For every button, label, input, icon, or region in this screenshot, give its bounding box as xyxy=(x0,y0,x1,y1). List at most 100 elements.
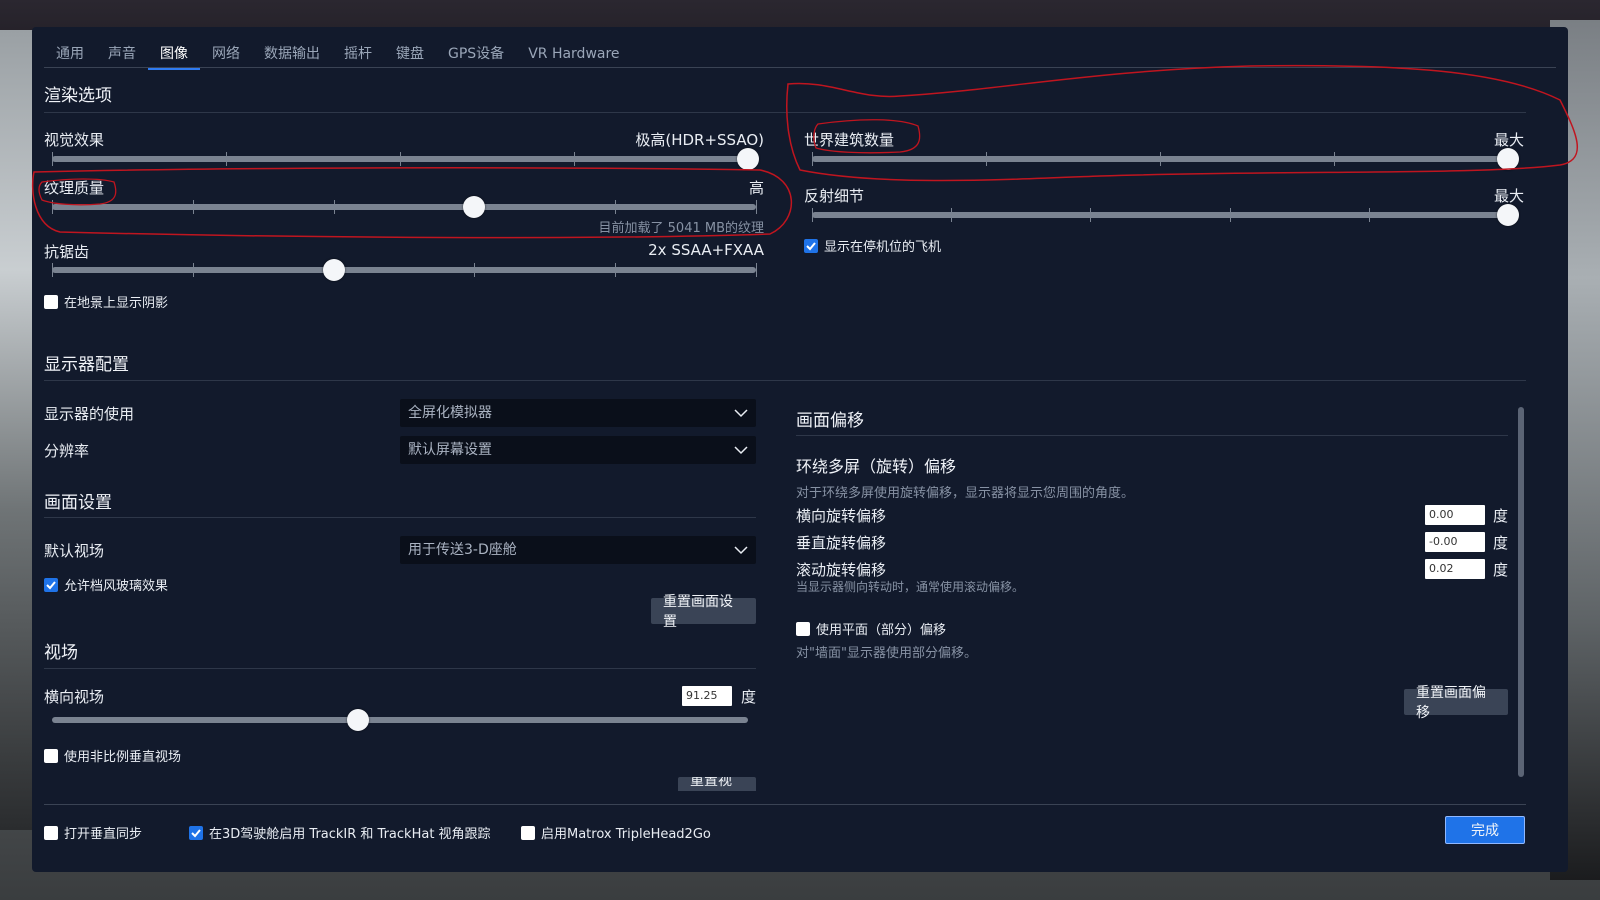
vsync-checkbox[interactable]: 打开垂直同步 xyxy=(44,823,142,842)
offset-divider xyxy=(796,435,1508,436)
tab-data-output[interactable]: 数据输出 xyxy=(252,41,332,67)
lateral-offset-unit: 度 xyxy=(1493,507,1509,525)
reflection-detail-slider-thumb[interactable] xyxy=(1497,204,1519,226)
monitor-usage-select[interactable]: 全屏化模拟器 xyxy=(400,399,756,427)
reset-fov-button[interactable]: 重置视场 xyxy=(678,777,756,791)
tab-vr-hardware[interactable]: VR Hardware xyxy=(516,41,631,67)
slider-tick xyxy=(812,208,813,222)
surround-offset-title: 环绕多屏（旋转）偏移 xyxy=(796,457,957,476)
matrox-label: 启用Matrox TripleHead2Go xyxy=(541,827,711,842)
slider-tick xyxy=(615,200,617,214)
roll-offset-label: 滚动旋转偏移 xyxy=(796,561,887,579)
texture-quality-slider[interactable] xyxy=(52,196,757,218)
reset-view-button[interactable]: 重置画面设置 xyxy=(651,594,756,630)
flat-offset-checkbox[interactable]: 使用平面（部分）偏移 xyxy=(796,619,946,638)
windshield-checkbox[interactable]: 允许档风玻璃效果 xyxy=(44,575,168,594)
visual-effects-slider-thumb[interactable] xyxy=(737,148,759,170)
slider-tick xyxy=(400,152,401,166)
resolution-value: 默认屏幕设置 xyxy=(408,442,492,458)
roll-offset-hint: 当显示器侧向转动时，通常使用滚动偏移。 xyxy=(796,580,1025,594)
tab-divider xyxy=(44,67,1556,68)
world-objects-slider[interactable] xyxy=(812,148,1519,170)
reset-offset-button[interactable]: 重置画面偏移 xyxy=(1404,685,1508,721)
resolution-label: 分辨率 xyxy=(44,442,90,460)
flat-offset-label: 使用平面（部分）偏移 xyxy=(816,623,947,638)
done-button[interactable]: 完成 xyxy=(1445,816,1525,844)
horizontal-fov-input[interactable]: 91.25 xyxy=(682,686,732,706)
tab-keyboard[interactable]: 键盘 xyxy=(384,41,436,67)
horizontal-fov-label: 横向视场 xyxy=(44,688,105,706)
default-view-select[interactable]: 用于传送3-D座舱 xyxy=(400,536,756,564)
slider-tick xyxy=(756,200,757,214)
terrain-shadows-label: 在地景上显示阴影 xyxy=(64,296,169,311)
checkbox-box[interactable] xyxy=(44,577,58,592)
checkbox-box[interactable] xyxy=(521,825,535,840)
vertical-offset-label: 垂直旋转偏移 xyxy=(796,534,887,552)
tab-joystick[interactable]: 摇杆 xyxy=(332,41,384,67)
roll-offset-input[interactable]: 0.02 xyxy=(1425,559,1485,579)
texture-quality-slider-thumb[interactable] xyxy=(463,196,486,218)
checkbox-box[interactable] xyxy=(44,748,58,763)
reflection-detail-slider[interactable] xyxy=(812,204,1519,226)
tab-network[interactable]: 网络 xyxy=(200,41,252,67)
non-proportional-fov-checkbox[interactable]: 使用非比例垂直视场 xyxy=(44,746,181,765)
tab-bar: 通用 声音 图像 网络 数据输出 摇杆 键盘 GPS设备 VR Hardware xyxy=(44,41,632,70)
checkbox-box[interactable] xyxy=(44,825,58,840)
slider-tick xyxy=(615,263,617,277)
matrox-checkbox[interactable]: 启用Matrox TripleHead2Go xyxy=(521,823,711,842)
tab-gps[interactable]: GPS设备 xyxy=(436,41,516,67)
surround-offset-desc: 对于环绕多屏使用旋转偏移，显示器将显示您周围的角度。 xyxy=(796,486,1135,501)
default-view-value: 用于传送3-D座舱 xyxy=(408,542,517,558)
reflection-detail-label: 反射细节 xyxy=(804,187,865,205)
world-objects-slider-thumb[interactable] xyxy=(1497,148,1519,170)
tab-general[interactable]: 通用 xyxy=(44,41,96,67)
flat-offset-desc: 对"墙面"显示器使用部分偏移。 xyxy=(796,646,977,661)
visual-effects-value: 极高(HDR+SSAO) xyxy=(635,131,764,149)
horizontal-fov-slider-thumb[interactable] xyxy=(347,709,370,731)
slider-tick xyxy=(1368,208,1370,222)
terrain-shadows-checkbox[interactable]: 在地景上显示阴影 xyxy=(44,292,168,311)
slider-tick xyxy=(756,263,757,277)
windshield-label: 允许档风玻璃效果 xyxy=(64,579,169,594)
slider-tick xyxy=(1090,208,1092,222)
antialiasing-value: 2x SSAA+FXAA xyxy=(648,241,764,259)
reflection-detail-value: 最大 xyxy=(1493,187,1524,205)
settings-panel: 通用 声音 图像 网络 数据输出 摇杆 键盘 GPS设备 VR Hardware… xyxy=(32,27,1568,872)
antialiasing-slider[interactable] xyxy=(52,259,757,281)
slider-tick xyxy=(812,152,813,166)
texture-quality-label: 纹理质量 xyxy=(44,179,105,197)
slider-tick xyxy=(52,200,53,214)
slider-tick xyxy=(574,152,575,166)
parked-aircraft-label: 显示在停机位的飞机 xyxy=(824,240,942,255)
default-view-label: 默认视场 xyxy=(44,542,105,560)
horizontal-fov-unit: 度 xyxy=(741,688,757,706)
texture-memory-hint: 目前加载了 5041 MB的纹理 xyxy=(598,221,764,236)
checkbox-box[interactable] xyxy=(189,825,203,840)
tab-sound[interactable]: 声音 xyxy=(96,41,148,67)
vertical-offset-input[interactable]: -0.00 xyxy=(1425,532,1485,552)
scrollbar[interactable] xyxy=(1518,407,1524,777)
trackir-checkbox[interactable]: 在3D驾驶舱启用 TrackIR 和 TrackHat 视角跟踪 xyxy=(189,823,491,842)
chevron-down-icon xyxy=(734,409,748,418)
vertical-offset-unit: 度 xyxy=(1493,534,1509,552)
slider-tick xyxy=(333,200,335,214)
chevron-down-icon xyxy=(734,446,748,455)
checkbox-box[interactable] xyxy=(796,621,810,636)
checkbox-box[interactable] xyxy=(804,238,818,253)
visual-effects-slider[interactable] xyxy=(52,148,759,170)
slider-tick xyxy=(192,263,194,277)
horizontal-fov-slider[interactable] xyxy=(52,709,748,731)
tab-graphics[interactable]: 图像 xyxy=(148,41,200,70)
world-objects-label: 世界建筑数量 xyxy=(804,131,895,149)
monitor-usage-label: 显示器的使用 xyxy=(44,405,135,423)
render-divider xyxy=(44,112,1526,113)
checkbox-box[interactable] xyxy=(44,294,58,309)
vsync-label: 打开垂直同步 xyxy=(64,827,143,842)
world-objects-value: 最大 xyxy=(1493,131,1524,149)
resolution-select[interactable]: 默认屏幕设置 xyxy=(400,436,756,464)
texture-quality-value: 高 xyxy=(748,179,764,197)
antialiasing-slider-thumb[interactable] xyxy=(322,259,345,281)
slider-tick xyxy=(951,208,953,222)
parked-aircraft-checkbox[interactable]: 显示在停机位的飞机 xyxy=(804,236,941,255)
lateral-offset-input[interactable]: 0.00 xyxy=(1425,505,1485,525)
